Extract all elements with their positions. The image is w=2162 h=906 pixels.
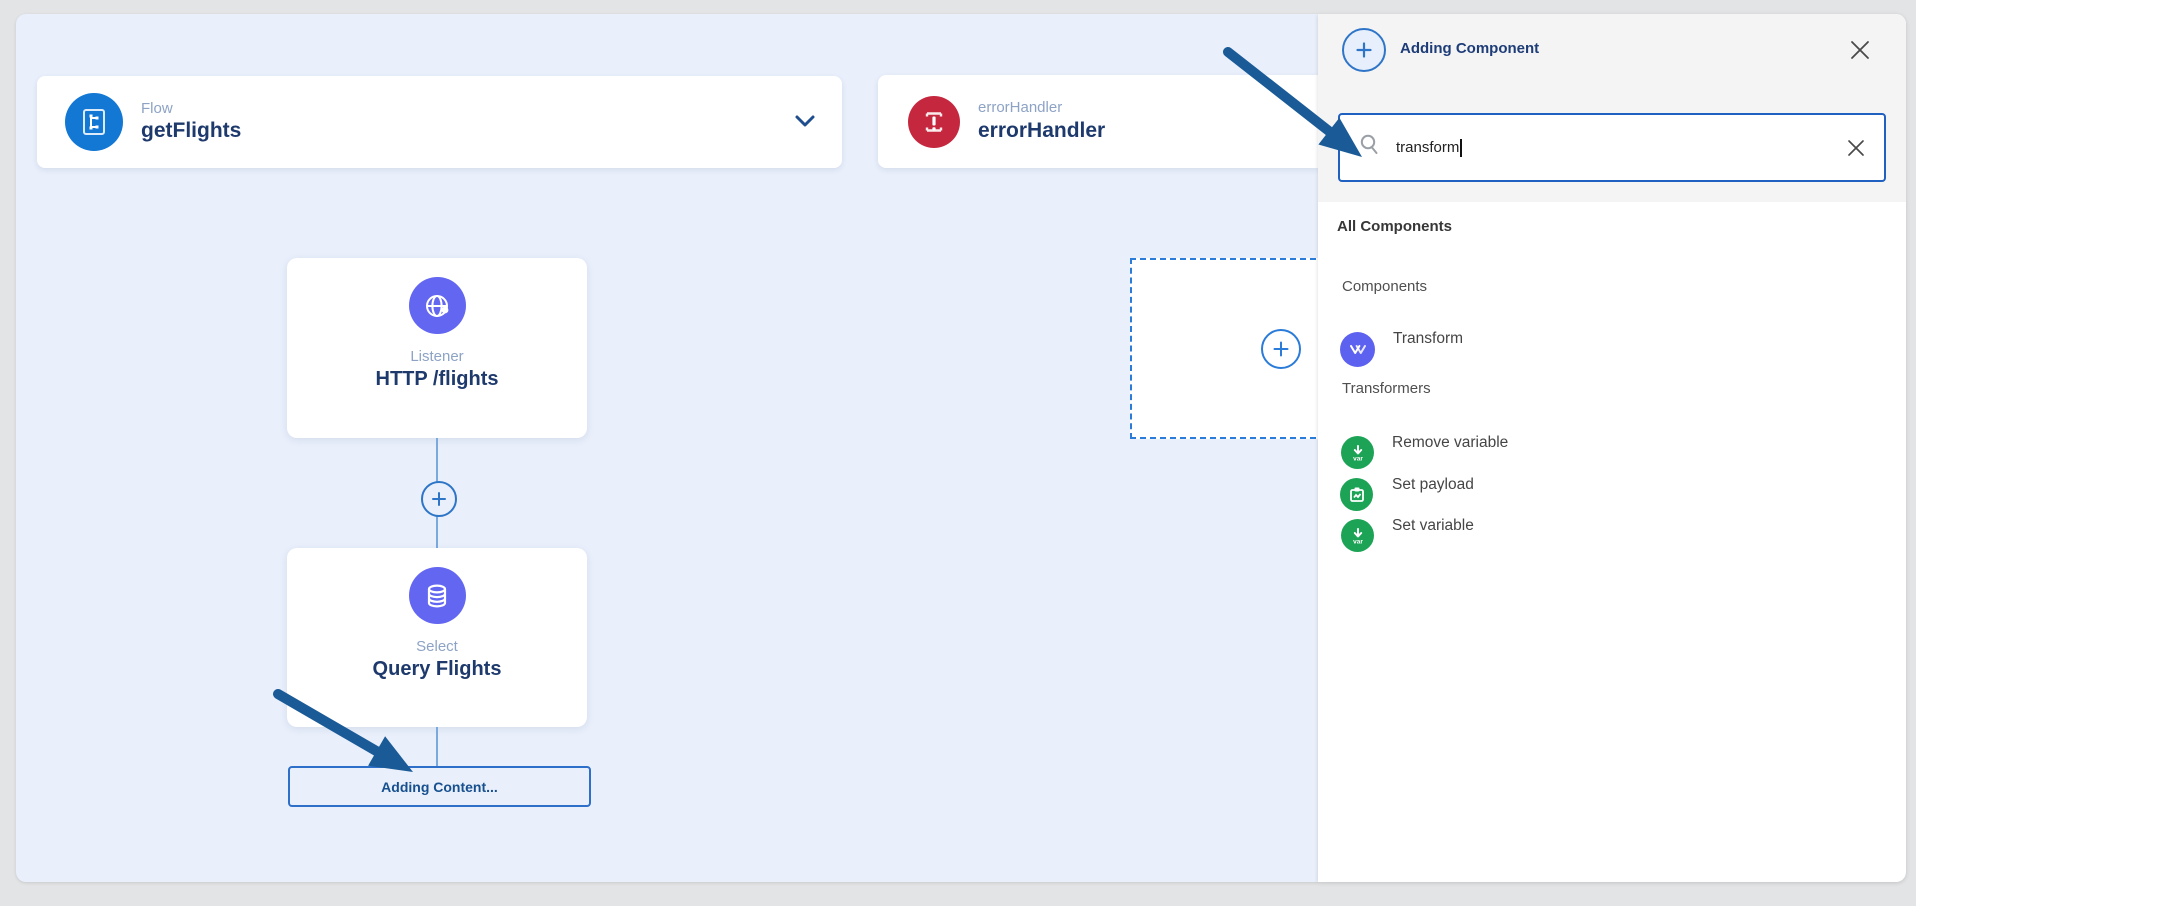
set-payload-icon <box>1340 478 1373 511</box>
svg-text:var: var <box>1353 538 1363 545</box>
text-cursor <box>1460 139 1462 157</box>
listener-name: HTTP /flights <box>376 367 499 392</box>
component-search-input[interactable]: transform <box>1338 113 1886 182</box>
error-handler-card[interactable]: errorHandler errorHandler <box>878 75 1318 168</box>
remove-variable-icon: var <box>1341 436 1374 469</box>
search-icon <box>1358 133 1382 162</box>
section-transformers: Transformers <box>1342 380 1431 397</box>
panel-title: Adding Component <box>1400 40 1539 57</box>
component-item-remove-variable[interactable]: Remove variable <box>1392 434 1508 452</box>
component-item-set-variable[interactable]: Set variable <box>1392 517 1474 535</box>
error-handler-icon <box>908 96 960 148</box>
listener-node[interactable]: Listener HTTP /flights <box>287 258 587 438</box>
listener-type: Listener <box>410 348 463 367</box>
clear-search-icon[interactable] <box>1846 138 1866 158</box>
select-name: Query Flights <box>373 657 502 682</box>
error-handler-name: errorHandler <box>978 118 1105 144</box>
close-panel-icon[interactable] <box>1848 38 1872 62</box>
adding-component-panel: Adding Component transform All Component… <box>1318 14 1906 882</box>
all-components-heading: All Components <box>1337 218 1452 235</box>
component-item-set-payload[interactable]: Set payload <box>1392 476 1474 494</box>
select-type: Select <box>416 638 458 657</box>
flow-designer-screen: { "flow_card": { "type_label": "Flow", "… <box>0 0 2162 906</box>
adding-component-icon <box>1342 28 1386 72</box>
panel-header: Adding Component transform <box>1318 14 1906 202</box>
drop-target-plus-button[interactable] <box>1261 329 1301 369</box>
flow-connector-bottom <box>436 727 438 768</box>
chevron-down-icon[interactable] <box>794 114 816 133</box>
set-variable-icon: var <box>1341 519 1374 552</box>
database-select-icon <box>409 567 466 624</box>
flow-card-name: getFlights <box>141 118 241 144</box>
insert-component-button[interactable] <box>421 481 457 517</box>
flow-icon <box>65 93 123 151</box>
http-listener-icon <box>409 277 466 334</box>
section-components: Components <box>1342 278 1427 295</box>
select-node[interactable]: Select Query Flights <box>287 548 587 727</box>
component-item-transform[interactable]: Transform <box>1393 330 1463 348</box>
search-value: transform <box>1396 139 1459 156</box>
error-handler-type: errorHandler <box>978 99 1105 118</box>
flow-card-type: Flow <box>141 100 241 119</box>
flow-card[interactable]: Flow getFlights <box>37 76 842 168</box>
transform-icon <box>1340 332 1375 367</box>
svg-text:var: var <box>1353 455 1363 462</box>
adding-content-button[interactable]: Adding Content... <box>288 766 591 807</box>
adding-content-label: Adding Content... <box>381 779 498 795</box>
